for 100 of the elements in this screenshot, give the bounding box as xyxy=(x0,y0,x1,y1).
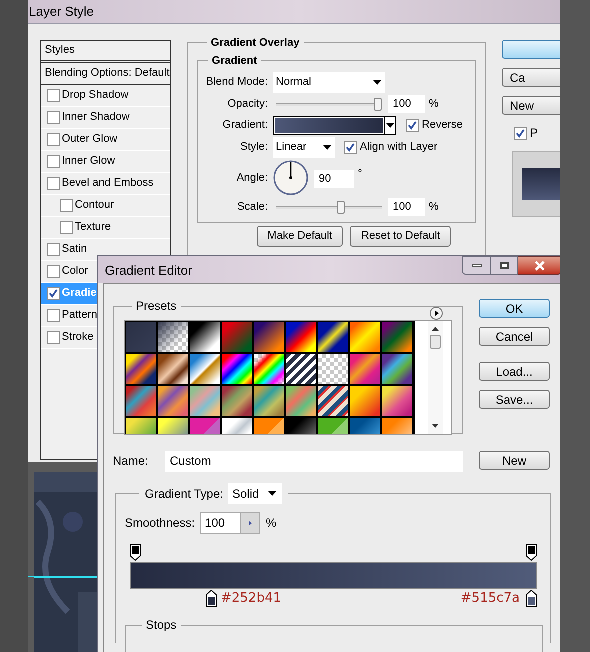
caret-icon xyxy=(373,80,382,85)
caret-icon xyxy=(323,145,332,150)
checkbox[interactable] xyxy=(47,331,60,344)
gradient-swatch[interactable] xyxy=(189,321,221,353)
list-item[interactable]: Texture xyxy=(41,217,170,239)
unit-label: ° xyxy=(358,167,362,182)
gradient-type-select[interactable]: Solid xyxy=(228,483,282,504)
name-field[interactable]: Custom xyxy=(165,450,463,472)
list-item[interactable]: Drop Shadow xyxy=(41,85,170,107)
dialog-button[interactable]: Save... xyxy=(479,390,550,409)
opacity-stop-icon[interactable] xyxy=(526,544,537,561)
dialog-button[interactable]: Load... xyxy=(479,362,550,381)
checkbox[interactable] xyxy=(47,111,60,124)
gradient-swatch[interactable] xyxy=(317,385,349,417)
dialog-button[interactable]: OK xyxy=(479,299,550,318)
dialog-button[interactable]: Reset to Default xyxy=(350,226,452,247)
style-select[interactable]: Linear xyxy=(273,137,336,158)
list-item[interactable]: Outer Glow xyxy=(41,129,170,151)
slider-thumb[interactable] xyxy=(374,98,382,110)
gradient-swatch[interactable] xyxy=(125,385,157,417)
input-field[interactable]: 100 xyxy=(388,198,426,216)
checkbox[interactable] xyxy=(47,243,60,256)
gradient-swatch[interactable] xyxy=(253,385,285,417)
gradient-swatch[interactable] xyxy=(221,385,253,417)
list-header: Styles xyxy=(41,41,170,63)
group-title: Stops xyxy=(146,618,177,632)
maximize-button[interactable] xyxy=(491,256,518,275)
checkbox[interactable] xyxy=(47,155,60,168)
checkbox[interactable] xyxy=(406,118,420,132)
dialog-button[interactable]: New xyxy=(479,451,550,470)
checkbox[interactable] xyxy=(47,265,60,278)
gradient-swatch[interactable] xyxy=(157,385,189,417)
gradient-swatch[interactable] xyxy=(125,321,157,353)
checkbox[interactable] xyxy=(47,89,60,102)
field-label: Style: xyxy=(240,140,270,156)
gradient-swatch[interactable] xyxy=(189,353,221,385)
gradient-swatch[interactable] xyxy=(253,321,285,353)
gradient-swatch[interactable] xyxy=(157,321,189,353)
slider-thumb[interactable] xyxy=(336,200,345,214)
opacity-stop-icon[interactable] xyxy=(130,544,141,561)
gradient-swatch[interactable] xyxy=(253,353,285,385)
unit-label: % xyxy=(429,200,439,215)
gradient-swatch[interactable] xyxy=(285,321,317,353)
default-button[interactable] xyxy=(502,40,560,59)
checkbox[interactable] xyxy=(344,141,358,154)
color-code: #515c7a xyxy=(460,590,520,608)
field-label: Name: xyxy=(113,453,150,470)
angle-dial[interactable] xyxy=(273,160,310,196)
group-title: Gradient xyxy=(212,55,258,67)
checkbox-label: Reverse xyxy=(422,118,464,133)
minimize-button[interactable] xyxy=(462,256,491,275)
list-item[interactable]: Inner Glow xyxy=(41,151,170,173)
list-item[interactable]: Bevel and Emboss xyxy=(41,173,170,195)
checkbox[interactable] xyxy=(60,199,73,212)
checkbox[interactable] xyxy=(47,177,60,190)
checkbox[interactable] xyxy=(60,221,73,234)
dialog-button[interactable]: Ca xyxy=(502,68,560,87)
dialog-button[interactable]: Make Default xyxy=(256,226,344,247)
gradient-swatch[interactable] xyxy=(349,321,381,353)
checkbox[interactable] xyxy=(47,133,60,146)
checkbox[interactable] xyxy=(47,287,60,300)
list-item[interactable]: Blending Options: Default xyxy=(41,63,170,85)
gradient-swatch[interactable] xyxy=(381,353,413,385)
gradient-swatch[interactable] xyxy=(285,385,317,417)
gradient-swatch[interactable] xyxy=(317,353,349,385)
scroll-thumb[interactable] xyxy=(430,335,441,349)
gradient-swatch[interactable] xyxy=(381,385,413,417)
close-button[interactable] xyxy=(518,256,560,275)
checkbox[interactable] xyxy=(514,126,527,140)
gradient-picker[interactable] xyxy=(273,116,396,134)
gradient-swatch[interactable] xyxy=(189,385,221,417)
blend-mode-select[interactable]: Normal xyxy=(273,72,386,93)
gradient-swatch[interactable] xyxy=(349,385,381,417)
gradient-swatch[interactable] xyxy=(317,321,349,353)
gradient-swatch[interactable] xyxy=(381,321,413,353)
scroll-down-icon[interactable] xyxy=(432,424,439,428)
gradient-swatch[interactable] xyxy=(125,353,157,385)
field-label: Gradient Type: xyxy=(145,486,224,502)
unit-label: % xyxy=(429,96,439,112)
arrow-icon xyxy=(248,520,252,526)
dialog-button[interactable]: Cancel xyxy=(479,327,550,346)
preview-swatch xyxy=(522,168,560,200)
gradient-swatch[interactable] xyxy=(221,353,253,385)
smoothness-field[interactable]: 100 xyxy=(200,512,260,534)
gradient-swatch[interactable] xyxy=(157,353,189,385)
gradient-swatch[interactable] xyxy=(221,321,253,353)
color-stop-icon[interactable] xyxy=(206,590,217,607)
gradient-swatch[interactable] xyxy=(285,353,317,385)
color-stop-icon[interactable] xyxy=(526,590,537,607)
list-item[interactable]: Inner Shadow xyxy=(41,107,170,129)
scroll-up-icon[interactable] xyxy=(432,327,439,331)
dialog-button[interactable]: New xyxy=(502,96,560,115)
list-item[interactable]: Contour xyxy=(41,195,170,217)
input-field[interactable]: 100 xyxy=(388,95,426,113)
window-title: Layer Style xyxy=(28,2,94,21)
field-label: Scale: xyxy=(236,200,270,215)
input-field[interactable]: 90 xyxy=(314,170,354,188)
checkbox-label: P xyxy=(530,125,538,142)
checkbox[interactable] xyxy=(47,309,60,322)
gradient-swatch[interactable] xyxy=(349,353,381,385)
